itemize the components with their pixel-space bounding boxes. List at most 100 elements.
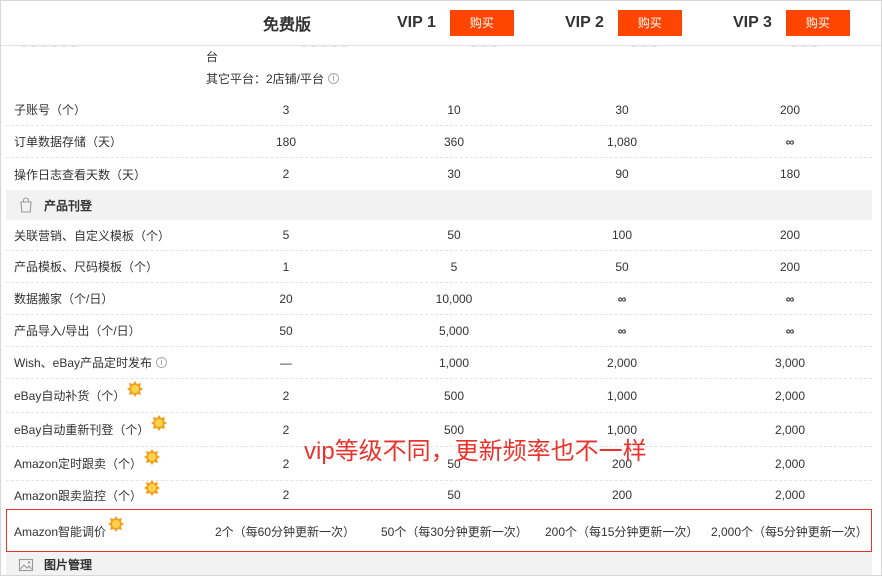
shopping-bag-icon: [20, 197, 32, 213]
cell-vip1: 10,000: [435, 291, 473, 306]
cell-vip3-unlimited: ∞: [785, 323, 795, 338]
cell-vip3: 200: [779, 259, 801, 274]
cell-free: 180: [275, 134, 297, 149]
new-badge-icon: [144, 448, 161, 465]
cell-free: 1: [282, 259, 290, 274]
cell-vip1: 30: [447, 167, 461, 181]
cell-vip1: 50: [447, 228, 461, 242]
cell-vip1: 5: [450, 259, 458, 274]
new-badge-icon: [144, 480, 161, 496]
plan-name: 免费版: [263, 17, 312, 34]
table-row: 子账号（个） 3 10 30 200: [6, 94, 872, 126]
plan-column-vip1: VIP 1 购买: [397, 9, 514, 37]
image-icon: [18, 558, 34, 571]
highlight-box: [6, 509, 872, 552]
cell-vip2: 1,080: [606, 134, 638, 149]
row-label-text: Wish、eBay产品定时发布: [14, 356, 153, 370]
cell-vip1: 5,000: [438, 323, 470, 338]
plan-name: VIP 1: [397, 14, 436, 31]
previous-row-continuation-line1: 台: [206, 50, 219, 64]
table-row: eBay自动补货（个） 2 500 1,000 2,000: [6, 379, 872, 413]
plan-name: VIP 2: [565, 14, 604, 31]
annotation-text: vip等级不同，更新频率也不一样: [304, 438, 647, 465]
table-row: Wish、eBay产品定时发布 i — 1,000 2,000 3,000: [6, 347, 872, 379]
table-row: 操作日志查看天数（天） 2 30 90 180: [6, 158, 872, 190]
row-label: Wish、eBay产品定时发布 i: [14, 347, 168, 378]
info-icon[interactable]: i: [328, 73, 340, 84]
cell-vip3: 200: [779, 102, 801, 117]
cell-vip1: 10: [447, 102, 461, 117]
row-label: 订单数据存储（天）: [14, 135, 123, 149]
plan-name: VIP 3: [733, 14, 772, 31]
cell-vip2: 2,000: [606, 355, 638, 370]
row-label: 关联营销、自定义模板（个）: [14, 228, 171, 243]
table-row: 产品导入/导出（个/日） 50 5,000 ∞ ∞: [6, 315, 872, 347]
cell-vip2: 1,000: [606, 388, 638, 403]
plan-column-vip2: VIP 2 购买: [565, 9, 682, 37]
cell-free: —: [280, 355, 292, 370]
cell-vip1: 360: [443, 134, 465, 149]
buy-vip2-button[interactable]: 购买: [617, 10, 682, 36]
cell-free: 20: [279, 291, 293, 306]
cell-vip2-unlimited: ∞: [617, 323, 627, 338]
cell-vip1: 50: [447, 488, 461, 502]
cell-vip2: 100: [611, 228, 633, 242]
section-title: 产品刊登: [44, 198, 93, 213]
section-product-listing: 产品刊登: [6, 190, 872, 220]
previous-row-continuation-line2: 其它平台：2店铺/平台 i: [206, 70, 340, 87]
row-label: Amazon定时跟卖（个）: [14, 447, 161, 480]
buy-vip1-button[interactable]: 购买: [449, 10, 514, 36]
cell-free: 50: [279, 323, 293, 338]
row-label: eBay自动重新刊登（个）: [14, 413, 168, 446]
row-label: 数据搬家（个/日）: [14, 292, 114, 306]
cell-vip3: 200: [779, 228, 801, 242]
cell-vip3: 2,000: [774, 456, 806, 471]
plan-column-vip3: VIP 3 购买: [733, 9, 850, 37]
cell-vip2: 90: [615, 167, 629, 181]
cell-vip1: 1,000: [438, 355, 470, 370]
cell-vip3: 2,000: [774, 422, 806, 437]
row-label: Amazon跟卖监控（个）: [14, 480, 161, 509]
cell-vip3: 2,000: [774, 388, 806, 403]
row-label: 子账号（个）: [14, 103, 87, 117]
table-row: Amazon跟卖监控（个） 2 50 200 2,000: [6, 480, 872, 509]
cell-vip2: 200: [611, 488, 633, 502]
row-label: 操作日志查看天数（天）: [14, 167, 147, 182]
cell-vip3: 180: [779, 167, 801, 181]
row-label: eBay自动补货（个）: [14, 379, 144, 412]
cell-vip2: 30: [615, 102, 629, 117]
table-row: 订单数据存储（天） 180 360 1,080 ∞: [6, 126, 872, 158]
continuation-text: 其它平台：2店铺/平台: [206, 72, 325, 86]
cell-free: 5: [282, 228, 290, 242]
cell-vip2-unlimited: ∞: [617, 291, 627, 306]
row-label: 产品导入/导出（个/日）: [14, 324, 141, 338]
buy-vip3-button[interactable]: 购买: [785, 10, 850, 36]
table-row: 关联营销、自定义模板（个） 5 50 100 200: [6, 220, 872, 251]
cell-free: 2: [282, 167, 290, 181]
header-divider: [1, 45, 881, 46]
cell-vip3-unlimited: ∞: [785, 134, 795, 149]
cell-vip1: 500: [443, 388, 465, 403]
cell-free: 3: [282, 102, 290, 117]
new-badge-icon: [127, 380, 144, 397]
cell-vip2: 50: [615, 259, 629, 274]
cell-vip3-unlimited: ∞: [785, 291, 795, 306]
section-title: 图片管理: [44, 558, 93, 572]
pricing-comparison-table: 台 其它平台：2店铺/平台 i 免费版 VIP 1 购买 VIP 2 购买 VI…: [0, 0, 882, 576]
new-badge-icon: [151, 414, 168, 431]
table-row: 产品模板、尺码模板（个） 1 5 50 200: [6, 251, 872, 283]
plan-header: 免费版 VIP 1 购买 VIP 2 购买 VIP 3 购买: [1, 1, 881, 45]
row-label: 产品模板、尺码模板（个）: [14, 260, 159, 274]
table-row: 数据搬家（个/日） 20 10,000 ∞ ∞: [6, 283, 872, 315]
info-icon[interactable]: i: [156, 357, 168, 368]
row-label-text: Amazon定时跟卖（个）: [14, 457, 143, 471]
cell-vip3: 2,000: [774, 488, 806, 502]
row-label-text: eBay自动补货（个）: [14, 389, 126, 403]
row-label-text: eBay自动重新刊登（个）: [14, 423, 150, 437]
cell-vip3: 3,000: [774, 355, 806, 370]
cell-free: 2: [282, 388, 290, 403]
plan-column-free: 免费版: [263, 9, 311, 37]
cell-free: 2: [282, 488, 290, 502]
row-label-text: Amazon跟卖监控（个）: [14, 488, 143, 503]
section-image-management: 图片管理: [6, 552, 872, 575]
